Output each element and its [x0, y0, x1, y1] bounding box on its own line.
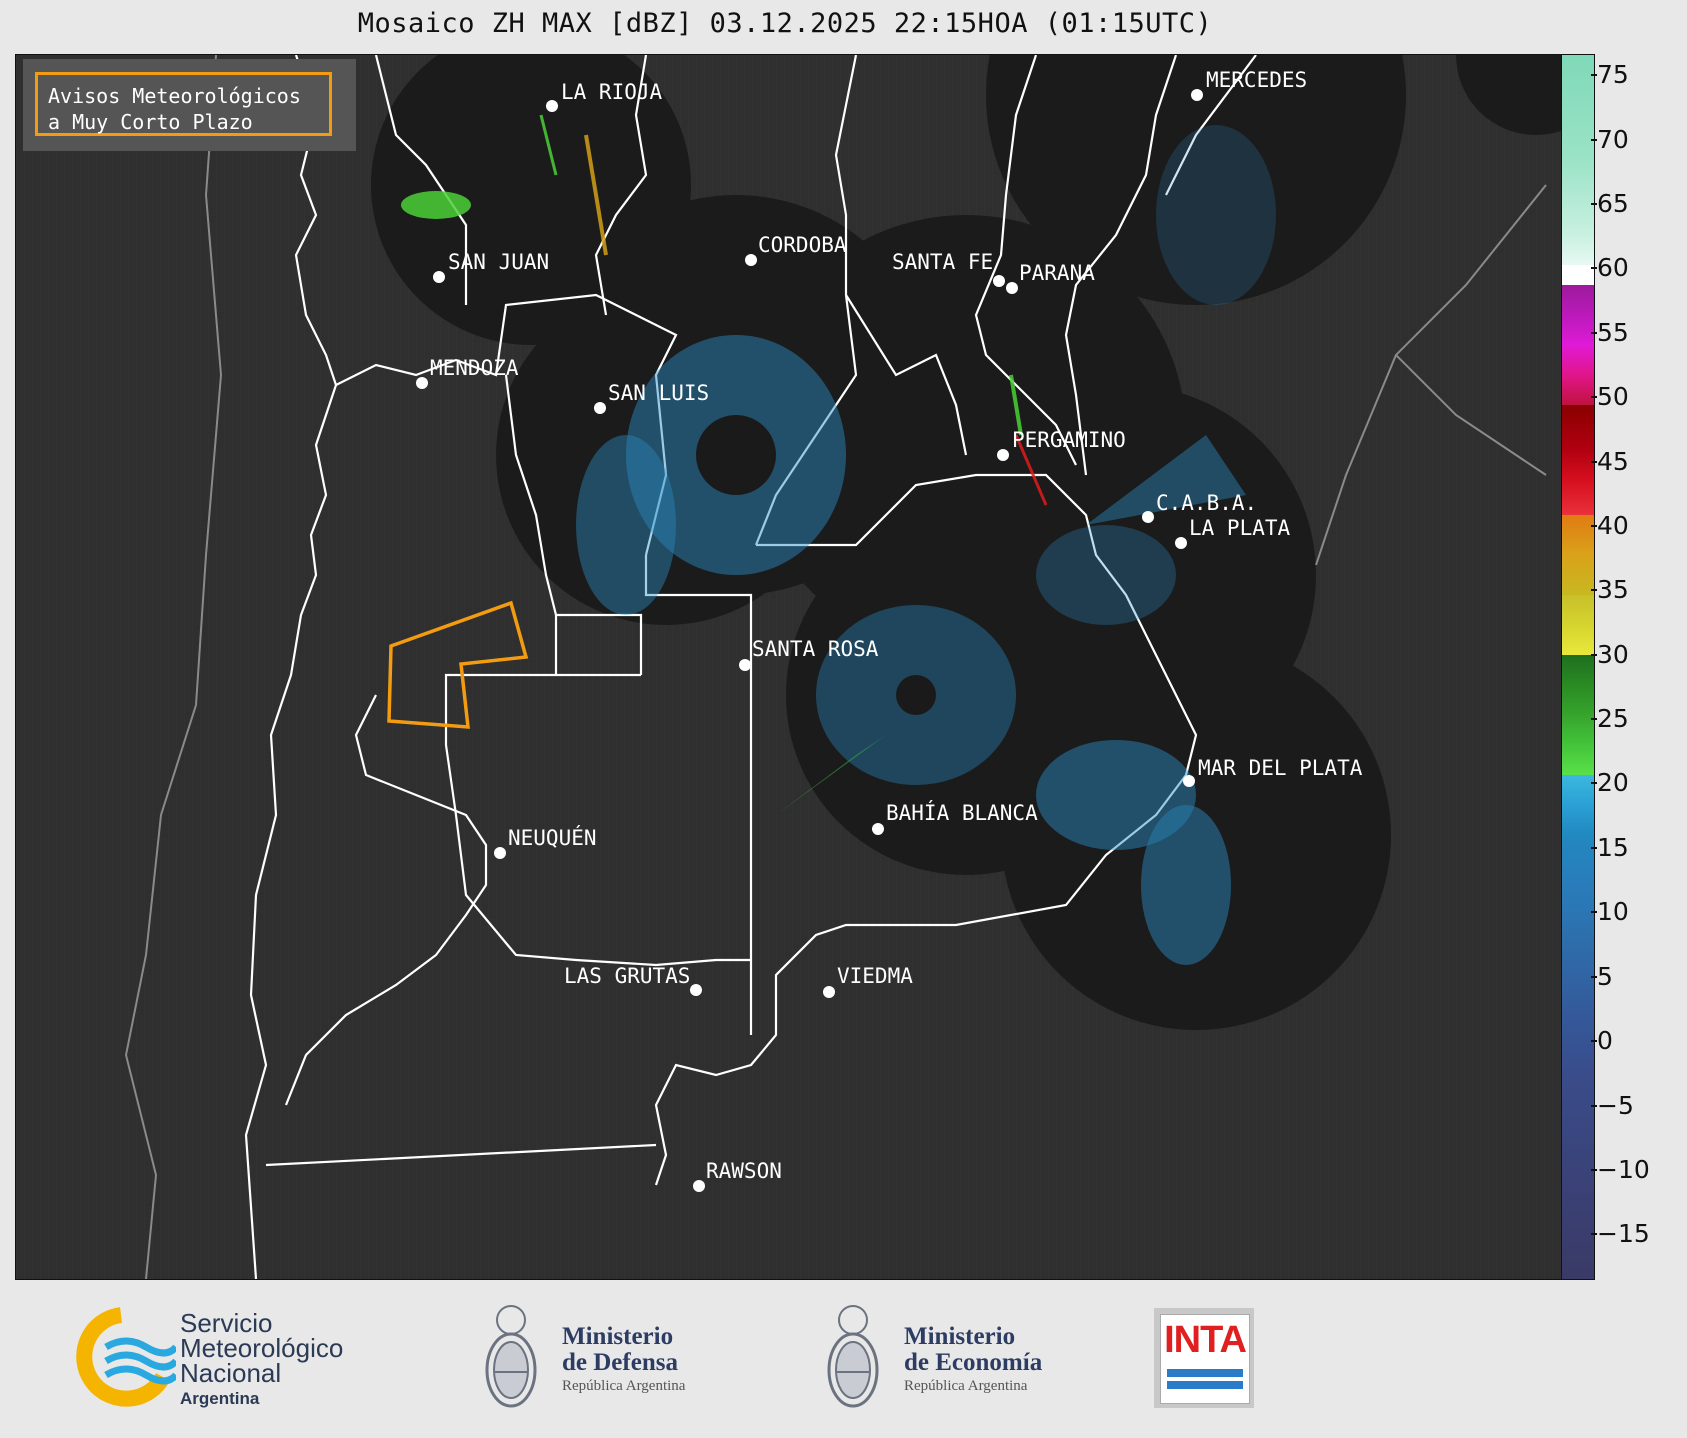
colorbar-tick: 55: [1591, 318, 1629, 347]
city-label: SANTA ROSA: [752, 637, 879, 661]
city-label: NEUQUÉN: [508, 825, 597, 850]
city-label: SAN JUAN: [448, 250, 549, 274]
inta-logo-frame: INTA: [1160, 1314, 1250, 1404]
coat-of-arms-icon: [827, 1305, 879, 1408]
city-label: SAN LUIS: [608, 381, 709, 405]
colorbar-tick: −5: [1591, 1091, 1634, 1120]
colorbar-tick: 70: [1591, 125, 1629, 154]
colorbar-tick: 60: [1591, 253, 1629, 282]
map-canvas: LA RIOJA MERCEDES SAN JUAN CORDOBA SANTA…: [16, 55, 1562, 1279]
defensa-logo: Ministerio de Defensa República Argentin…: [478, 1300, 738, 1420]
economia-logo: Ministerio de Economía República Argenti…: [820, 1300, 1080, 1420]
warnings-legend-line1: Avisos Meteorológicos: [48, 84, 301, 108]
city-label: BAHÍA BLANCA: [886, 800, 1038, 825]
city-dot-viedma: [823, 986, 835, 998]
inta-stripe-1: [1167, 1369, 1243, 1377]
city-dot-san-luis: [594, 402, 606, 414]
colorbar-tick: 40: [1591, 511, 1629, 540]
city-dot-mercedes: [1191, 89, 1203, 101]
map-title: Mosaico ZH MAX [dBZ] 03.12.2025 22:15HOA…: [357, 8, 1213, 39]
city-dot-bahia-blanca: [872, 823, 884, 835]
city-label: MENDOZA: [430, 356, 519, 380]
colorbar: [1561, 54, 1595, 1280]
city-dot-mar-del-plata: [1183, 775, 1195, 787]
colorbar-tick: 30: [1591, 640, 1629, 669]
smn-text-line3: Nacional: [180, 1358, 282, 1388]
city-label: LAS GRUTAS: [564, 964, 690, 988]
inta-logo-text: INTA: [1164, 1319, 1247, 1361]
defensa-line2: de Defensa: [562, 1349, 678, 1376]
city-dot-santa-fe: [993, 275, 1005, 287]
inta-stripe-2: [1167, 1381, 1243, 1389]
economia-line1: Ministerio: [904, 1323, 1016, 1350]
footer: Servicio Meteorológico Nacional Argentin…: [0, 1282, 1687, 1438]
city-label: RAWSON: [706, 1159, 782, 1183]
smn-emblem-icon: [76, 1307, 176, 1407]
defensa-line3: República Argentina: [562, 1378, 686, 1394]
smn-logo: Servicio Meteorológico Nacional Argentin…: [66, 1307, 386, 1408]
colorbar-tick: 10: [1591, 897, 1629, 926]
city-dot-la-rioja: [546, 100, 558, 112]
smn-text-line4: Argentina: [180, 1389, 260, 1408]
warnings-legend: Avisos Meteorológicos a Muy Corto Plazo: [23, 59, 356, 151]
colorbar-tick: 25: [1591, 704, 1629, 733]
city-label: PERGAMINO: [1012, 428, 1126, 452]
colorbar-tick: −15: [1591, 1219, 1650, 1248]
colorbar-tick: 35: [1591, 575, 1629, 604]
city-label: LA RIOJA: [561, 80, 663, 104]
colorbar-tick: 0: [1591, 1026, 1613, 1055]
economia-line3: República Argentina: [904, 1378, 1028, 1394]
colorbar-tick: 65: [1591, 189, 1629, 218]
city-dot-cordoba: [745, 254, 757, 266]
city-dot-neuquen: [494, 847, 506, 859]
colorbar-tick: −10: [1591, 1155, 1650, 1184]
warnings-legend-line2: a Muy Corto Plazo: [48, 110, 253, 134]
city-dot-santa-rosa: [739, 659, 751, 671]
colorbar-tick: 20: [1591, 768, 1629, 797]
radar-map: LA RIOJA MERCEDES SAN JUAN CORDOBA SANTA…: [15, 54, 1563, 1280]
city-dot-las-grutas: [690, 984, 702, 996]
city-dot-pergamino: [997, 449, 1009, 461]
economia-line2: de Economía: [904, 1349, 1043, 1376]
city-label: PARANA: [1019, 261, 1095, 285]
city-label: MAR DEL PLATA: [1198, 756, 1363, 780]
city-dot-rawson: [693, 1180, 705, 1192]
city-label: VIEDMA: [837, 964, 913, 988]
city-dot-mendoza: [416, 377, 428, 389]
defensa-line1: Ministerio: [562, 1323, 674, 1350]
colorbar-tick: 50: [1591, 382, 1629, 411]
city-label: SANTA FE: [892, 250, 993, 274]
colorbar-tick: 45: [1591, 447, 1629, 476]
colorbar-tick: 15: [1591, 833, 1629, 862]
city-dot-la-plata: [1175, 537, 1187, 549]
inta-logo: INTA: [1154, 1308, 1254, 1408]
city-label: LA PLATA: [1189, 516, 1291, 540]
colorbar-tick: 75: [1591, 60, 1629, 89]
city-dot-caba: [1142, 511, 1154, 523]
colorbar-tick: 5: [1591, 962, 1613, 991]
city-label: C.A.B.A.: [1156, 491, 1257, 515]
city-label: CORDOBA: [758, 233, 847, 257]
city-dot-san-juan: [433, 271, 445, 283]
city-label: MERCEDES: [1206, 68, 1307, 92]
coat-of-arms-icon: [485, 1305, 537, 1408]
city-dot-parana: [1006, 282, 1018, 294]
warnings-legend-frame: Avisos Meteorológicos a Muy Corto Plazo: [35, 72, 332, 136]
